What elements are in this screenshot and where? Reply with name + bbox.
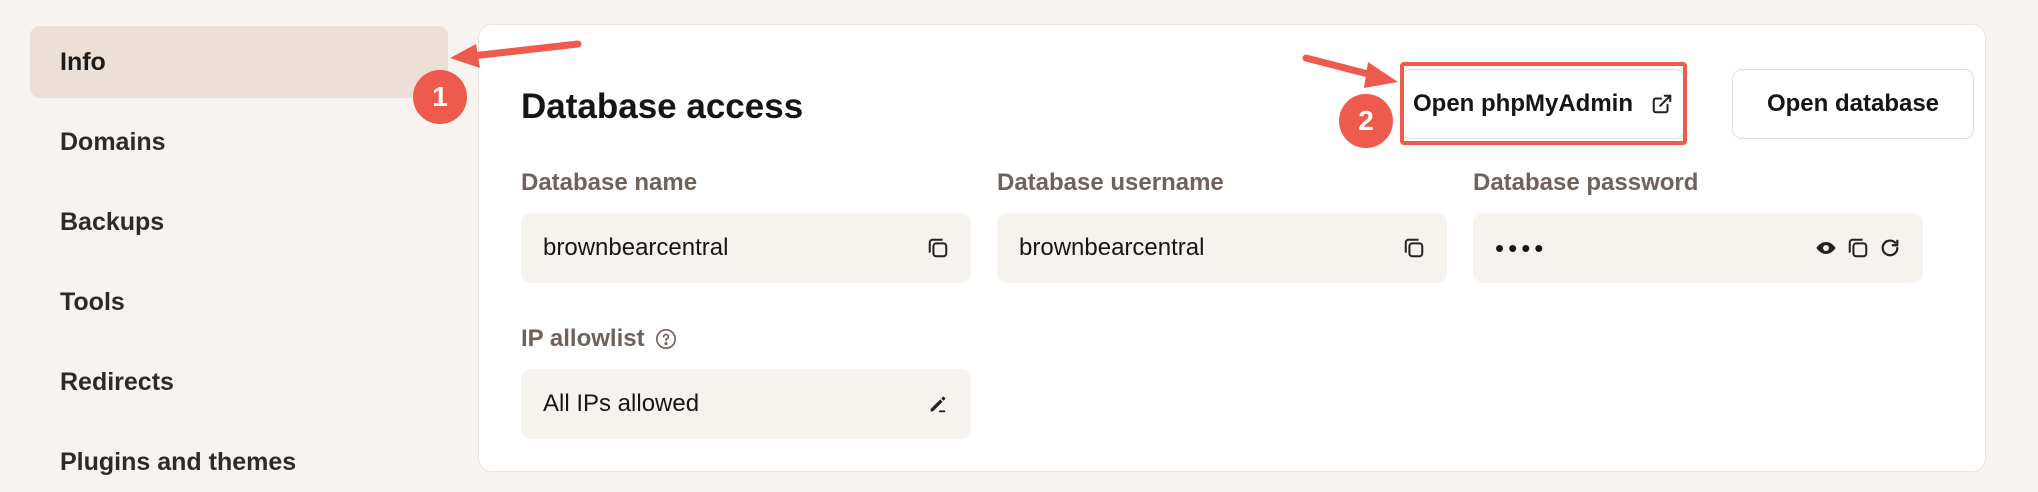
database-password-label: Database password [1473, 169, 1699, 196]
page-title: Database access [521, 87, 804, 126]
edit-icon[interactable] [927, 393, 949, 415]
sidebar: Info Domains Backups Tools Redirects Plu… [30, 26, 448, 492]
help-icon[interactable] [655, 328, 677, 350]
phpmyadmin-highlight [1400, 62, 1687, 145]
sidebar-item-plugins-and-themes[interactable]: Plugins and themes [30, 426, 448, 492]
database-name-label: Database name [521, 169, 698, 196]
database-name-field: brownbearcentral [521, 213, 971, 283]
database-username-label: Database username [997, 169, 1224, 196]
sidebar-item-info[interactable]: Info [30, 26, 448, 98]
ip-allowlist-label: IP allowlist [521, 325, 677, 353]
copy-icon[interactable] [927, 237, 949, 259]
annotation-badge-2: 2 [1339, 94, 1393, 148]
annotation-badge-1: 1 [413, 70, 467, 124]
copy-icon[interactable] [1847, 237, 1869, 259]
ip-allowlist-value: All IPs allowed [543, 390, 700, 417]
database-access-card: Database access Open phpMyAdmin Open dat… [478, 24, 1986, 472]
ip-allowlist-field: All IPs allowed [521, 369, 971, 439]
sidebar-item-backups[interactable]: Backups [30, 186, 448, 258]
refresh-icon[interactable] [1879, 237, 1901, 259]
sidebar-item-domains[interactable]: Domains [30, 106, 448, 178]
database-name-value: brownbearcentral [543, 234, 729, 261]
copy-icon[interactable] [1403, 237, 1425, 259]
eye-icon[interactable] [1815, 237, 1837, 259]
sidebar-item-redirects[interactable]: Redirects [30, 346, 448, 418]
open-database-button[interactable]: Open database [1732, 69, 1974, 139]
database-password-field: •••• [1473, 213, 1923, 283]
database-username-field: brownbearcentral [997, 213, 1447, 283]
annotation-arrow-2 [1302, 54, 1398, 88]
sidebar-item-tools[interactable]: Tools [30, 266, 448, 338]
annotation-arrow-1 [450, 40, 582, 68]
database-username-value: brownbearcentral [1019, 234, 1205, 261]
database-password-value: •••• [1495, 232, 1548, 263]
